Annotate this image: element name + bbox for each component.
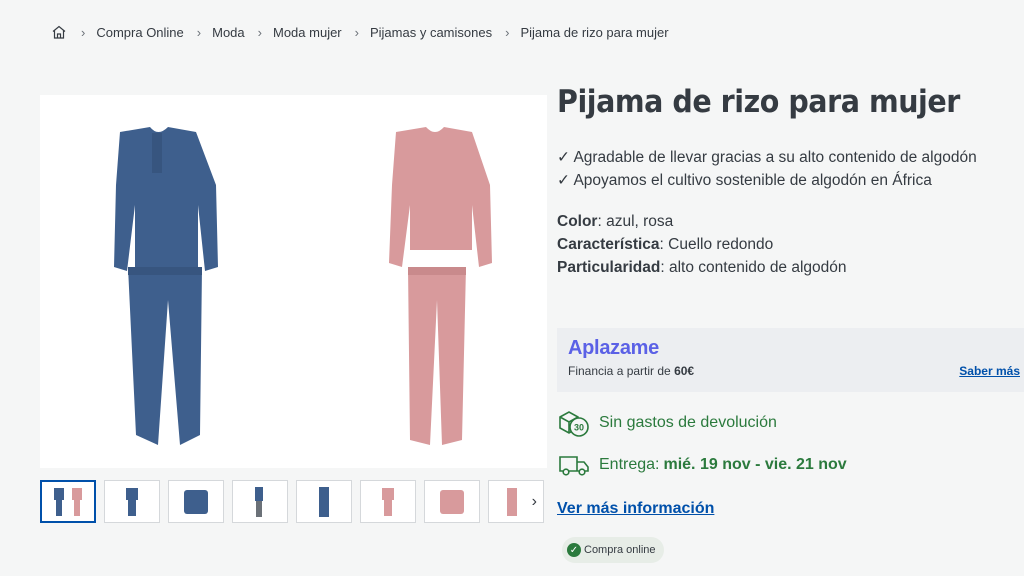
thumbnail-6[interactable]: [360, 480, 416, 523]
home-icon[interactable]: [50, 23, 68, 41]
breadcrumb-moda-mujer[interactable]: Moda mujer: [273, 25, 342, 40]
delivery-dates: mié. 19 nov - vie. 21 nov: [663, 456, 847, 473]
badge-label: Compra online: [584, 544, 656, 556]
delivery-prefix: Entrega:: [599, 456, 660, 473]
truck-icon: [557, 450, 591, 480]
chevron-right-icon: ›: [81, 24, 86, 40]
thumbnail-3[interactable]: [168, 480, 224, 523]
blue-pajama-image: [114, 127, 218, 445]
aplazame-logo: Aplazame: [568, 337, 659, 359]
thumbnail-7[interactable]: [424, 480, 480, 523]
chevron-right-icon[interactable]: ›: [532, 493, 537, 511]
thumbnail-4[interactable]: [232, 480, 288, 523]
delivery-info: Entrega: mié. 19 nov - vie. 21 nov: [557, 450, 847, 480]
check-circle-icon: ✓: [567, 543, 581, 557]
chevron-right-icon: ›: [354, 24, 359, 40]
breadcrumb-compra-online[interactable]: Compra Online: [96, 25, 183, 40]
product-title: Pijama de rizo para mujer: [557, 84, 960, 120]
thumbnail-5[interactable]: [296, 480, 352, 523]
attribute-color: Color: azul, rosa: [557, 213, 674, 230]
pink-pajama-image: [389, 127, 492, 445]
chevron-right-icon: ›: [257, 24, 262, 40]
breadcrumb-pijamas[interactable]: Pijamas y camisones: [370, 25, 492, 40]
thumbnail-8[interactable]: ›: [488, 480, 544, 523]
thumbnail-1[interactable]: [40, 480, 96, 523]
thumbnail-strip: [40, 480, 480, 523]
financing-text: Financia a partir de 60€: [568, 364, 695, 378]
attribute-list: Color: azul, rosa Característica: Cuello…: [557, 210, 847, 279]
returns-label: Sin gastos de devolución: [599, 414, 777, 431]
attribute-feature: Característica: Cuello redondo: [557, 236, 774, 253]
product-main-image[interactable]: [40, 95, 547, 468]
aplazame-financing-box: Aplazame Financia a partir de 60€ Saber …: [557, 328, 1024, 392]
attribute-particularity: Particularidad: alto contenido de algodó…: [557, 259, 847, 276]
feature-list: ✓ Agradable de llevar gracias a su alto …: [557, 146, 977, 192]
compra-online-badge: ✓ Compra online: [562, 537, 664, 563]
chevron-right-icon: ›: [196, 24, 202, 40]
breadcrumb-moda[interactable]: Moda: [212, 25, 245, 40]
thumbnail-2[interactable]: [104, 480, 160, 523]
feature-item: ✓ Agradable de llevar gracias a su alto …: [557, 149, 977, 166]
breadcrumb-current: Pijama de rizo para mujer: [520, 24, 669, 40]
feature-item: ✓ Apoyamos el cultivo sostenible de algo…: [557, 172, 932, 189]
svg-text:30: 30: [574, 423, 584, 433]
breadcrumb: › Compra Online › Moda › Moda mujer › Pi…: [50, 20, 669, 44]
returns-info: 30 Sin gastos de devolución: [557, 408, 777, 438]
ver-mas-informacion-link[interactable]: Ver más información: [557, 500, 714, 518]
return-box-icon: 30: [557, 408, 591, 438]
saber-mas-link[interactable]: Saber más: [959, 364, 1020, 378]
chevron-right-icon: ›: [505, 24, 510, 40]
